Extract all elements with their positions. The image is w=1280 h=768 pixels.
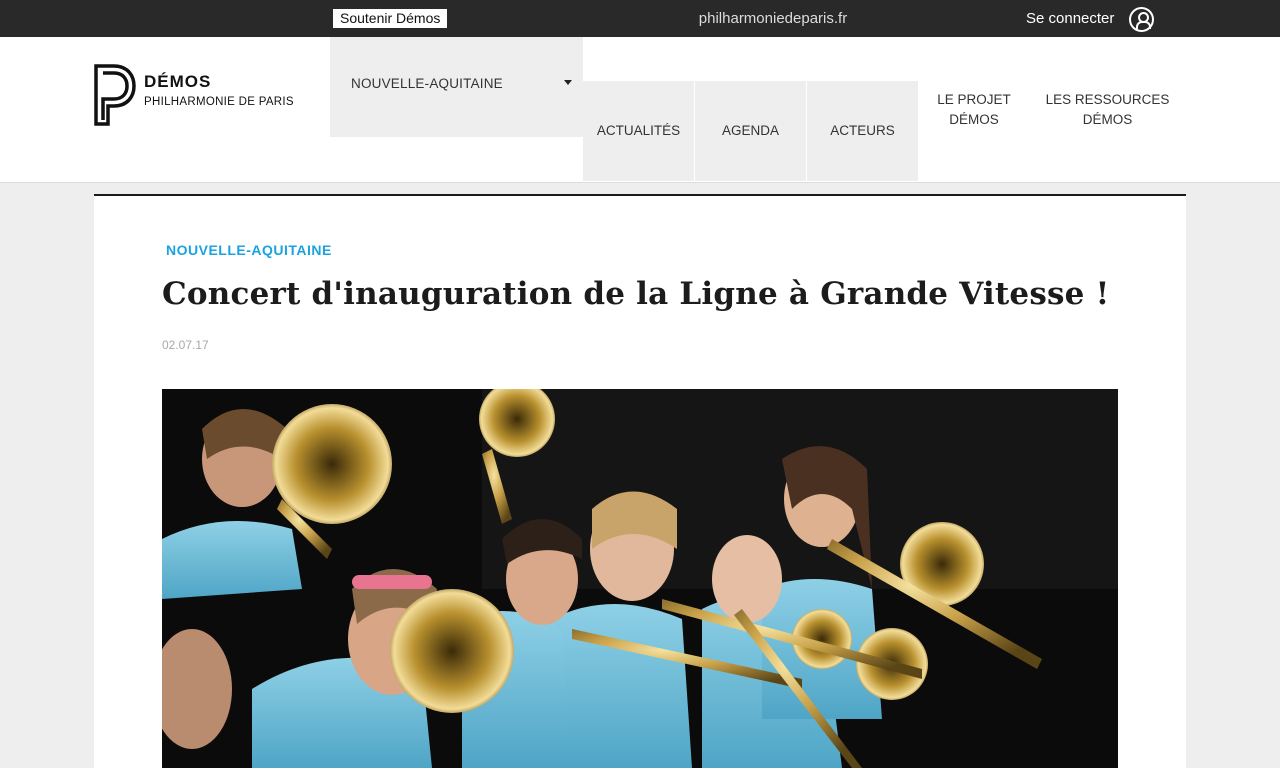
article-title: Concert d'inauguration de la Ligne à Gra… bbox=[162, 276, 1110, 312]
article-date: 02.07.17 bbox=[162, 338, 209, 352]
user-circle-icon[interactable] bbox=[1129, 7, 1154, 32]
nav-acteurs[interactable]: ACTEURS bbox=[807, 81, 918, 181]
region-dropdown[interactable]: NOUVELLE-AQUITAINE bbox=[330, 37, 583, 137]
article-photo bbox=[162, 389, 1118, 768]
caret-down-icon bbox=[564, 80, 572, 85]
nav-les-ressources-demos[interactable]: LES RESSOURCES DÉMOS bbox=[1045, 37, 1170, 183]
brass-band-image bbox=[162, 389, 1118, 768]
logo-title: DÉMOS bbox=[144, 72, 212, 91]
nav-actualites[interactable]: ACTUALITÉS bbox=[583, 81, 694, 181]
top-bar: Soutenir Démos philharmoniedeparis.fr Se… bbox=[0, 0, 1280, 37]
article-category[interactable]: NOUVELLE-AQUITAINE bbox=[166, 242, 332, 258]
site-link-text[interactable]: philharmoniedeparis.fr bbox=[699, 10, 847, 27]
logo-subtitle: PHILHARMONIE DE PARIS bbox=[144, 96, 294, 108]
login-link[interactable]: Se connecter bbox=[1026, 0, 1114, 37]
nav-le-projet-demos[interactable]: LE PROJET DÉMOS bbox=[930, 37, 1018, 183]
region-selected-value: NOUVELLE-AQUITAINE bbox=[351, 76, 503, 91]
logo-p-icon bbox=[94, 64, 136, 126]
nav-agenda[interactable]: AGENDA bbox=[695, 81, 806, 181]
demos-logo[interactable]: DÉMOS PHILHARMONIE DE PARIS bbox=[94, 64, 304, 126]
